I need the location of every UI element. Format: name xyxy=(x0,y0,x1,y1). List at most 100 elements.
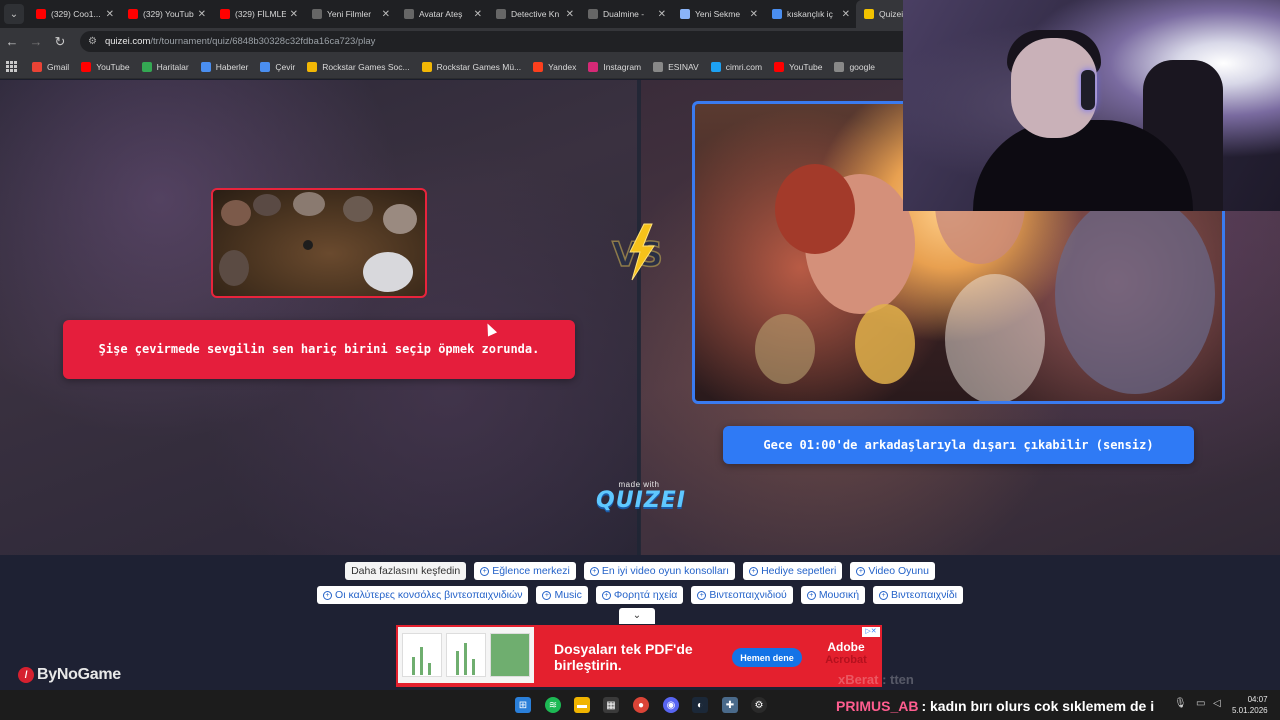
bookmark-item[interactable]: Rockstar Games Mü... xyxy=(421,61,522,72)
bookmark-item[interactable]: Gmail xyxy=(32,61,70,72)
left-option-background xyxy=(0,80,640,555)
browser-tab[interactable]: Yeni Sekme ✕ xyxy=(672,0,764,28)
network-icon[interactable]: ▭ xyxy=(1196,698,1205,709)
bookmark-item[interactable]: Yandex xyxy=(533,61,577,72)
youtube-icon xyxy=(774,61,785,72)
bookmark-item[interactable]: Haberler xyxy=(200,61,248,72)
windows-start-icon[interactable]: ⊞ xyxy=(515,697,531,713)
browser-tab[interactable]: Yeni Filmler ✕ xyxy=(304,0,396,28)
apps-grid-icon[interactable] xyxy=(6,60,18,73)
tab-favicon-icon xyxy=(220,9,230,19)
settings-icon[interactable]: ⚙ xyxy=(751,697,767,713)
explore-chip[interactable]: + Video Oyunu xyxy=(850,562,935,580)
tab-favicon-icon xyxy=(36,9,46,19)
ad-cta-button[interactable]: Hemen dene xyxy=(732,648,802,667)
browser-tab[interactable]: (329) Coo1... ✕ xyxy=(28,0,120,28)
microphone-icon[interactable]: 🎙 xyxy=(1174,698,1187,709)
spotify-icon[interactable]: ≋ xyxy=(545,697,561,713)
bookmark-label: Yandex xyxy=(548,61,577,72)
explore-chip[interactable]: + Eğlence merkezi xyxy=(474,562,576,580)
tab-title: (329) Coo1... xyxy=(51,9,101,19)
tab-title: (329) FİLMLE xyxy=(235,9,286,19)
chrome-icon[interactable]: ● xyxy=(633,697,649,713)
browser-tab[interactable]: (329) YouTub ✕ xyxy=(120,0,212,28)
plus-icon: + xyxy=(589,566,599,576)
gmail-icon xyxy=(32,61,42,72)
forward-icon[interactable]: → xyxy=(24,34,48,49)
yandex-icon xyxy=(533,61,544,72)
discord-icon[interactable]: ◉ xyxy=(663,697,679,713)
tab-title: (329) YouTub xyxy=(143,9,194,19)
tab-close-icon[interactable]: ✕ xyxy=(106,9,114,20)
explore-chip[interactable]: + Φορητά ηχεία xyxy=(595,586,684,604)
explore-chip[interactable]: + Οι καλύτερες κονσόλες βιντεοπαιχνιδιών xyxy=(317,586,529,604)
tab-title: Yeni Filmler xyxy=(327,9,372,19)
store-icon[interactable]: ▦ xyxy=(603,697,619,713)
back-icon[interactable]: ← xyxy=(0,34,24,49)
webcam-overlay xyxy=(903,0,1280,211)
tab-search-button[interactable]: ⌄ xyxy=(4,4,24,24)
tab-close-icon[interactable]: ✕ xyxy=(750,9,758,20)
app-icon[interactable]: ✚ xyxy=(722,697,738,713)
right-option-text: Gece 01:00'de arkadaşlarıyla dışarı çıka… xyxy=(763,438,1154,452)
bookmark-item[interactable]: google xyxy=(834,61,875,72)
ad-thumbnail xyxy=(398,627,534,683)
explore-chip[interactable]: + Βιντεοπαιχνίδι xyxy=(873,586,963,604)
explore-chip[interactable]: + Μουσική xyxy=(800,586,866,604)
bookmark-item[interactable]: cimri.com xyxy=(710,61,763,72)
bookmark-label: YouTube xyxy=(789,61,823,72)
collapse-button[interactable]: ⌄ xyxy=(619,608,655,624)
explore-chip[interactable]: + Music xyxy=(536,586,588,604)
tab-close-icon[interactable]: ✕ xyxy=(566,9,574,20)
bookmark-label: Rockstar Games Mü... xyxy=(436,61,522,72)
browser-tab[interactable]: Avatar Ateş ✕ xyxy=(396,0,488,28)
tab-close-icon[interactable]: ✕ xyxy=(382,9,390,20)
file-explorer-icon[interactable]: ▬ xyxy=(574,697,590,713)
left-option-card[interactable]: Şişe çevirmede sevgilin sen hariç birini… xyxy=(63,320,575,379)
tab-close-icon[interactable]: ✕ xyxy=(842,9,850,20)
address-bar[interactable]: ⚙ quizei.com /tr/tournament/quiz/6848b30… xyxy=(80,31,980,52)
reload-icon[interactable]: ↻ xyxy=(48,34,72,50)
bookmark-item[interactable]: YouTube xyxy=(774,61,823,72)
left-option-image[interactable] xyxy=(211,188,427,298)
explore-chip[interactable]: + En iyi video oyun konsolları xyxy=(583,562,736,580)
tab-close-icon[interactable]: ✕ xyxy=(474,9,482,20)
plus-icon: + xyxy=(323,590,333,600)
system-clock[interactable]: 04:07 5.01.2026 xyxy=(1232,694,1268,716)
tab-favicon-icon xyxy=(496,9,506,19)
bookmark-label: google xyxy=(849,61,875,72)
site-info-icon[interactable]: ⚙ xyxy=(88,36,97,47)
browser-tab[interactable]: kıskançlık iç ✕ xyxy=(764,0,856,28)
bookmark-label: Gmail xyxy=(47,61,70,72)
tab-close-icon[interactable]: ✕ xyxy=(290,9,298,20)
news-icon xyxy=(200,61,211,72)
rockstar-icon xyxy=(421,61,432,72)
browser-tab[interactable]: (329) FİLMLE ✕ xyxy=(212,0,304,28)
bookmark-item[interactable]: YouTube xyxy=(81,61,130,72)
plus-icon: + xyxy=(856,566,866,576)
bookmark-item[interactable]: ESINAV xyxy=(653,61,699,72)
tab-close-icon[interactable]: ✕ xyxy=(658,9,666,20)
adobe-ad-banner[interactable]: Dosyaları tek PDF'de birleştirin. Hemen … xyxy=(396,625,882,687)
ad-close-icon[interactable]: ▷✕ xyxy=(862,627,880,637)
volume-icon[interactable]: ◁ xyxy=(1213,698,1221,709)
bookmark-label: cimri.com xyxy=(725,61,763,72)
made-with-badge[interactable]: made with QUIZEI xyxy=(596,480,685,513)
vs-badge: VS xyxy=(611,223,664,281)
bookmark-item[interactable]: Rockstar Games Soc... xyxy=(307,61,410,72)
google-icon xyxy=(834,61,845,72)
browser-tab[interactable]: Detective Kn ✕ xyxy=(488,0,580,28)
explore-chip[interactable]: + Βιντεοπαιχνιδιού xyxy=(691,586,793,604)
tab-favicon-icon xyxy=(772,9,782,19)
bookmark-item[interactable]: Instagram xyxy=(588,61,641,72)
instagram-icon xyxy=(588,61,599,72)
steam-icon[interactable]: ◐ xyxy=(692,697,708,713)
bookmark-item[interactable]: Çevir xyxy=(260,61,295,72)
explore-chip[interactable]: + Hediye sepetleri xyxy=(743,562,843,580)
tab-close-icon[interactable]: ✕ xyxy=(198,9,206,20)
ad-headline: Dosyaları tek PDF'de birleştirin. xyxy=(554,641,693,673)
browser-tab[interactable]: Dualmine - ✕ xyxy=(580,0,672,28)
bookmark-item[interactable]: Haritalar xyxy=(141,61,189,72)
explore-section: Daha fazlasını keşfedin + Eğlence merkezi +… xyxy=(0,555,1280,690)
right-option-card[interactable]: Gece 01:00'de arkadaşlarıyla dışarı çıka… xyxy=(723,426,1194,464)
